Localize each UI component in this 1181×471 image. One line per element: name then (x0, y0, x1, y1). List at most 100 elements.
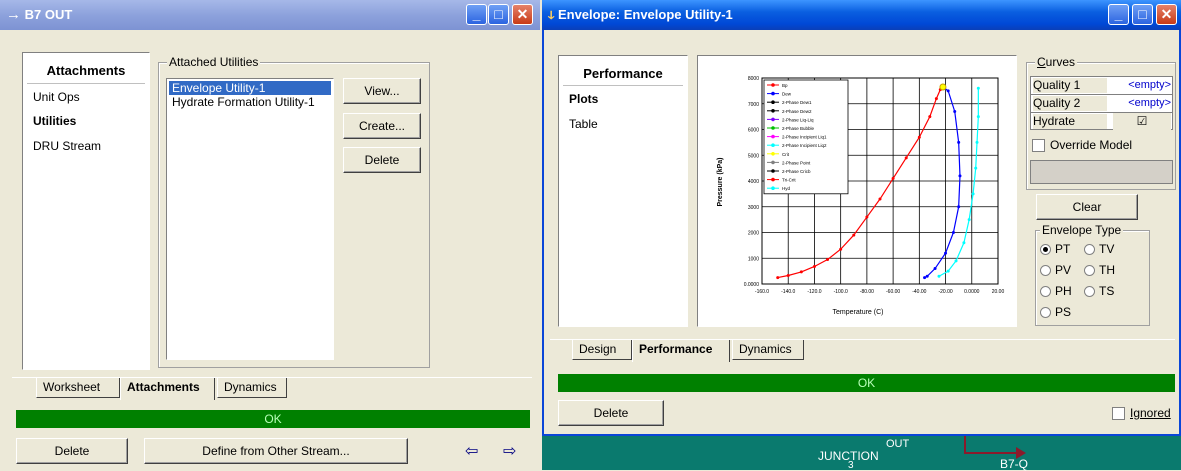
nav-item-unit-ops[interactable]: Unit Ops (33, 90, 80, 104)
attached-utilities-label: Attached Utilities (167, 55, 261, 69)
legend-marker (771, 117, 775, 122)
data-point-dew (933, 267, 937, 271)
minimize-button[interactable]: _ (466, 4, 487, 25)
radio-button (1040, 307, 1051, 319)
curves-table: Quality 1 <empty> Quality 2 <empty> Hydr… (1030, 76, 1173, 130)
radio-ph[interactable]: PH (1040, 284, 1072, 298)
radio-ps[interactable]: PS (1040, 305, 1071, 319)
hydrate-checkbox[interactable]: ☑ (1113, 113, 1171, 130)
utility-item-hydrate[interactable]: Hydrate Formation Utility-1 (169, 95, 315, 109)
nav-item-table[interactable]: Table (569, 117, 598, 131)
radio-pt[interactable]: PT (1040, 242, 1070, 256)
tab-performance[interactable]: Performance (632, 340, 730, 362)
override-model-field[interactable] (1030, 160, 1173, 184)
status-bar: OK (16, 410, 530, 428)
radio-tv[interactable]: TV (1084, 242, 1114, 256)
override-model-checkbox[interactable] (1032, 139, 1045, 153)
radio-pv[interactable]: PV (1040, 263, 1071, 277)
data-point-bp (852, 233, 856, 237)
x-tick-label: 0.0000 (964, 289, 980, 295)
legend-entry: 2-Phase Dew1 (782, 100, 812, 105)
stream-window-titlebar[interactable]: → B7 OUT (0, 0, 540, 30)
junction-number-label: 3 (848, 460, 854, 471)
next-arrow-icon[interactable]: ⇨ (503, 441, 516, 461)
maximize-button[interactable]: □ (488, 4, 509, 25)
legend-marker (771, 100, 775, 104)
stream-line (964, 452, 1020, 454)
legend-entry: 2-Phase Point (782, 160, 811, 165)
envelope-app-icon: ↆ (548, 8, 555, 22)
legend-entry: 2-Phase Incipient Liq1 (782, 135, 827, 140)
override-model-label: Override Model (1050, 138, 1133, 152)
delete-utility-button[interactable]: Delete (343, 147, 421, 173)
nav-item-dru-stream[interactable]: DRU Stream (33, 139, 101, 153)
env-maximize-button[interactable]: □ (1132, 4, 1153, 25)
curve-value[interactable]: <empty> (1113, 96, 1171, 111)
curve-name: Hydrate (1033, 114, 1107, 129)
envelope-window-title: Envelope: Envelope Utility-1 (557, 7, 733, 22)
x-tick-label: 20.00 (992, 289, 1005, 295)
data-point-hyd (974, 166, 978, 170)
ignored-checkbox[interactable] (1112, 407, 1125, 421)
data-point-bp (891, 176, 895, 180)
view-button[interactable]: View... (343, 78, 421, 104)
tab-dynamics[interactable]: Dynamics (217, 378, 287, 398)
radio-th[interactable]: TH (1084, 263, 1115, 277)
data-point-bp (812, 264, 816, 268)
delete-stream-button[interactable]: Delete (16, 438, 128, 464)
nav-item-utilities[interactable]: Utilities (33, 114, 76, 128)
utility-item-envelope[interactable]: Envelope Utility-1 (169, 81, 331, 95)
utilities-list[interactable]: Envelope Utility-1 Hydrate Formation Uti… (166, 78, 334, 360)
create-button[interactable]: Create... (343, 113, 421, 139)
env-delete-button[interactable]: Delete (558, 400, 664, 426)
ignored-option[interactable]: Ignored (1112, 406, 1171, 421)
data-point-hyd (962, 241, 966, 245)
data-point-bp (878, 197, 882, 201)
perf-nav-divider (563, 85, 683, 86)
env-close-button[interactable]: ✕ (1156, 4, 1177, 25)
y-axis-label: Pressure (kPa) (717, 157, 724, 206)
previous-arrow-icon[interactable]: ⇦ (465, 441, 478, 461)
y-tick-label: 6000 (748, 128, 759, 134)
radio-label: TH (1099, 263, 1115, 277)
clear-button[interactable]: Clear (1036, 194, 1138, 220)
stream-window-title: B7 OUT (24, 7, 73, 22)
close-button[interactable]: ✕ (512, 4, 533, 25)
x-tick-label: -20.00 (938, 289, 952, 295)
curve-value[interactable]: <empty> (1113, 78, 1171, 93)
override-model-option[interactable]: Override Model (1032, 138, 1133, 153)
legend-entry: Bp (782, 83, 788, 88)
radio-button (1084, 286, 1095, 298)
envelope-plot[interactable]: Bp Dew 2-Phase Dew1 2-Phase Dew2 2-Phase Liq… (698, 56, 1016, 326)
radio-label: PV (1055, 263, 1072, 277)
x-tick-label: -80.00 (860, 289, 874, 295)
data-point-bp (934, 97, 938, 101)
tab-worksheet[interactable]: Worksheet (36, 378, 120, 398)
radio-button (1040, 265, 1051, 277)
legend-entry: 2-Phase Dew2 (782, 109, 812, 114)
stream-window: → B7 OUT _ □ ✕ Attachments Unit Ops Util… (0, 0, 540, 470)
radio-label: PH (1055, 284, 1072, 298)
y-tick-label: 0.0000 (744, 282, 760, 288)
nav-item-plots[interactable]: Plots (569, 92, 598, 106)
tab-dynamics[interactable]: Dynamics (732, 340, 804, 360)
data-point-bp (917, 135, 921, 139)
curves-label-rest: urves (1045, 55, 1076, 69)
curve-row-hydrate: Hydrate ☑ (1031, 113, 1172, 130)
curve-row-quality1: Quality 1 <empty> (1031, 77, 1172, 95)
envelope-window-titlebar[interactable]: ↆ Envelope: Envelope Utility-1 (542, 0, 1181, 30)
data-point-bp (799, 270, 803, 274)
pfd-canvas[interactable]: JUNCTION OUT 3 B7-Q (542, 436, 1181, 471)
out-label: OUT (886, 438, 910, 450)
stream-arrow-icon: → (6, 6, 21, 23)
tab-design[interactable]: Design (572, 340, 632, 360)
env-minimize-button[interactable]: _ (1108, 4, 1129, 25)
define-from-other-stream-button[interactable]: Define from Other Stream... (144, 438, 408, 464)
x-tick-label: -40.00 (912, 289, 926, 295)
nav-header: Attachments (46, 63, 126, 78)
radio-ts[interactable]: TS (1084, 284, 1114, 298)
tab-attachments[interactable]: Attachments (120, 378, 215, 400)
data-point-bp (928, 115, 932, 119)
data-point-dew (958, 174, 962, 178)
legend-marker (771, 152, 775, 156)
